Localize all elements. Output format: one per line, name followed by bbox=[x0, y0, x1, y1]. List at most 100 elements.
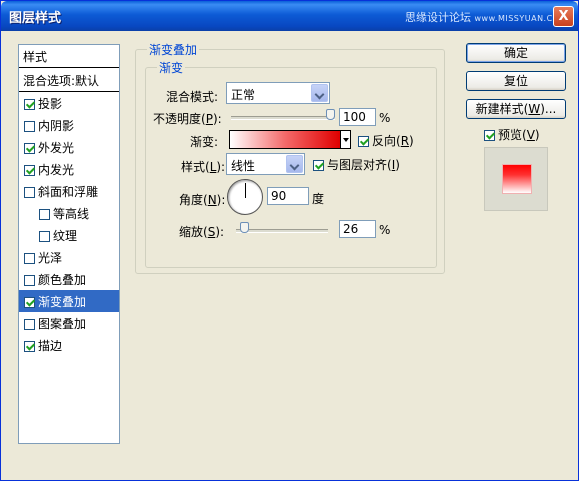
style-item-checkbox[interactable] bbox=[24, 187, 35, 198]
style-item[interactable]: 等高线 bbox=[19, 202, 119, 224]
preview-option[interactable]: 预览(V) bbox=[484, 126, 540, 143]
align-label-suffix: ) bbox=[395, 158, 400, 172]
opacity-slider-thumb[interactable] bbox=[326, 109, 335, 120]
style-item-label: 渐变叠加 bbox=[38, 295, 87, 309]
style-item[interactable]: 颜色叠加 bbox=[19, 268, 119, 290]
angle-label-suffix: ): bbox=[216, 193, 226, 207]
close-button[interactable]: X bbox=[553, 6, 574, 27]
style-item-label: 光泽 bbox=[38, 251, 63, 265]
style-item[interactable]: 内发光 bbox=[19, 158, 119, 180]
style-label: 样式(L): bbox=[181, 158, 225, 175]
preview-swatch bbox=[502, 164, 532, 194]
style-item-checkbox[interactable] bbox=[39, 231, 50, 242]
style-item-label: 纹理 bbox=[53, 229, 78, 243]
preview-label: 预览( bbox=[498, 128, 527, 142]
reverse-hotkey: R bbox=[400, 134, 410, 148]
opacity-label-suffix: ): bbox=[212, 112, 222, 126]
angle-dial[interactable] bbox=[227, 179, 263, 215]
reset-button[interactable]: 复位 bbox=[466, 71, 566, 91]
style-value: 线性 bbox=[231, 159, 256, 173]
scale-percent: % bbox=[379, 223, 391, 237]
align-option[interactable]: 与图层对齐(I) bbox=[313, 156, 400, 173]
blend-mode-label: 混合模式: bbox=[166, 90, 219, 104]
angle-input[interactable]: 90 bbox=[267, 187, 309, 205]
style-item-checkbox[interactable] bbox=[24, 341, 35, 352]
chevron-down-icon bbox=[286, 155, 303, 173]
style-item-checkbox[interactable] bbox=[24, 143, 35, 154]
preview-checkbox[interactable] bbox=[484, 130, 495, 141]
style-item-label: 内发光 bbox=[38, 163, 75, 177]
style-item[interactable]: 投影 bbox=[19, 92, 119, 114]
title-bar[interactable]: 图层样式 思缘设计论坛 www.MISSYUAN.COM X bbox=[1, 1, 578, 31]
scale-label: 缩放(S): bbox=[179, 223, 224, 240]
gradient-overlay-title: 渐变叠加 bbox=[147, 41, 200, 58]
new-style-label: 新建样式( bbox=[475, 102, 529, 116]
gradient-dropdown-button[interactable] bbox=[340, 130, 351, 149]
style-item-label: 描边 bbox=[38, 339, 63, 353]
gradient-subgroup-title: 渐变 bbox=[157, 59, 186, 76]
style-item[interactable]: 描边 bbox=[19, 334, 119, 356]
align-checkbox[interactable] bbox=[313, 160, 324, 171]
style-item-label: 等高线 bbox=[53, 207, 90, 221]
scale-label-suffix: ): bbox=[215, 225, 225, 239]
style-label-suffix: ): bbox=[216, 160, 226, 174]
window-title: 图层样式 bbox=[9, 11, 62, 26]
style-item-label: 投影 bbox=[38, 97, 63, 111]
style-item-checkbox[interactable] bbox=[24, 319, 35, 330]
style-list: 样式 混合选项:默认 投影内阴影外发光内发光斜面和浮雕等高线纹理光泽颜色叠加渐变… bbox=[18, 44, 120, 444]
style-label-text: 样式( bbox=[181, 160, 210, 174]
scale-label-text: 缩放( bbox=[179, 225, 208, 239]
reverse-checkbox[interactable] bbox=[358, 136, 369, 147]
reverse-label-suffix: ) bbox=[409, 134, 414, 148]
chevron-down-icon bbox=[311, 84, 328, 102]
preview-thumbnail bbox=[484, 147, 548, 211]
style-item-checkbox[interactable] bbox=[24, 253, 35, 264]
scale-slider-track[interactable] bbox=[236, 229, 328, 233]
style-item[interactable]: 外发光 bbox=[19, 136, 119, 158]
new-style-label-suffix: )... bbox=[540, 102, 557, 116]
scale-input[interactable]: 26 bbox=[339, 220, 376, 238]
watermark: 思缘设计论坛 www.MISSYUAN.COM bbox=[405, 9, 567, 25]
style-item[interactable]: 纹理 bbox=[19, 224, 119, 246]
style-item-checkbox[interactable] bbox=[24, 275, 35, 286]
reverse-label: 反向( bbox=[372, 134, 401, 148]
style-select[interactable]: 线性 bbox=[226, 153, 305, 175]
layer-style-dialog: 图层样式 思缘设计论坛 www.MISSYUAN.COM X 样式 混合选项:默… bbox=[0, 0, 579, 481]
dialog-body: 样式 混合选项:默认 投影 内阴影 外发光 内发光 斜面和浮雕 等高线 纹理 光泽 颜色叠加 渐变… bbox=[4, 32, 575, 478]
style-item-checkbox[interactable] bbox=[24, 165, 35, 176]
opacity-slider-track[interactable] bbox=[231, 116, 335, 120]
style-item-label: 外发光 bbox=[38, 141, 75, 155]
style-item-checkbox[interactable] bbox=[39, 209, 50, 220]
blend-mode-value: 正常 bbox=[231, 88, 256, 102]
gradient-picker[interactable] bbox=[229, 130, 341, 149]
preview-label-suffix: ) bbox=[534, 128, 540, 142]
blending-options-item[interactable]: 混合选项:默认 bbox=[19, 68, 119, 92]
style-item-label: 图案叠加 bbox=[38, 317, 87, 331]
style-item-checkbox[interactable] bbox=[24, 99, 35, 110]
blend-mode-select[interactable]: 正常 bbox=[226, 82, 330, 104]
opacity-input[interactable]: 100 bbox=[339, 108, 376, 126]
angle-label-text: 角度( bbox=[179, 193, 208, 207]
style-list-header[interactable]: 样式 bbox=[19, 45, 119, 68]
opacity-label-text: 不透明度( bbox=[153, 112, 206, 126]
opacity-percent: % bbox=[379, 111, 391, 125]
new-style-button[interactable]: 新建样式(W)... bbox=[466, 99, 566, 119]
style-item[interactable]: 图案叠加 bbox=[19, 312, 119, 334]
style-item[interactable]: 内阴影 bbox=[19, 114, 119, 136]
reverse-option[interactable]: 反向(R) bbox=[358, 132, 414, 149]
style-item-label: 内阴影 bbox=[38, 119, 75, 133]
opacity-hotkey: P bbox=[205, 112, 213, 126]
ok-button[interactable]: 确定 bbox=[466, 43, 566, 63]
style-item[interactable]: 斜面和浮雕 bbox=[19, 180, 119, 202]
style-item-label: 斜面和浮雕 bbox=[38, 185, 99, 199]
style-item[interactable]: 光泽 bbox=[19, 246, 119, 268]
style-items: 投影内阴影外发光内发光斜面和浮雕等高线纹理光泽颜色叠加渐变叠加图案叠加描边 bbox=[19, 92, 119, 356]
preview-hotkey: V bbox=[526, 128, 535, 142]
style-item-checkbox[interactable] bbox=[24, 121, 35, 132]
style-item[interactable]: 渐变叠加 bbox=[19, 290, 119, 312]
scale-slider-thumb[interactable] bbox=[240, 222, 250, 233]
style-item-checkbox[interactable] bbox=[24, 297, 35, 308]
opacity-label: 不透明度(P): bbox=[153, 110, 222, 127]
angle-hotkey: N bbox=[207, 193, 217, 207]
angle-degree-unit: 度 bbox=[312, 192, 325, 206]
